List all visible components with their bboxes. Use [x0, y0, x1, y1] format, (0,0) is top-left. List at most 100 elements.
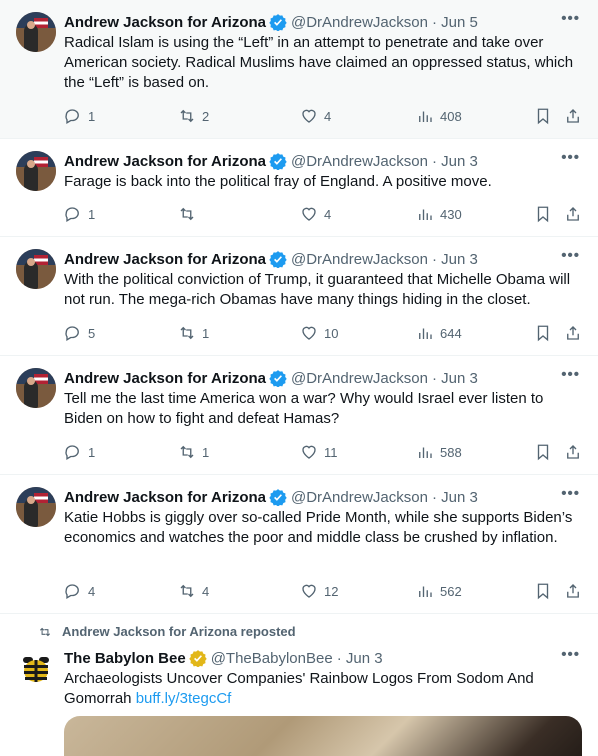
verified-badge-icon	[269, 370, 287, 387]
avatar[interactable]	[16, 151, 56, 191]
repost-icon	[39, 627, 51, 636]
avatar[interactable]	[16, 368, 56, 408]
heart-icon	[302, 109, 316, 123]
verified-gold-icon	[189, 650, 207, 667]
views-button[interactable]: 430	[416, 204, 462, 224]
display-name[interactable]: Andrew Jackson for Arizona	[64, 489, 266, 506]
reply-icon	[65, 109, 79, 124]
reply-button[interactable]: 1	[64, 442, 95, 462]
tweet[interactable]: Andrew Jackson for Arizona @DrAndrewJack…	[0, 0, 598, 139]
tweet-link[interactable]: buff.ly/3tegcCf	[136, 690, 232, 707]
reply-icon	[65, 207, 79, 222]
bookmark-button[interactable]	[534, 204, 552, 224]
like-count: 10	[324, 325, 339, 341]
share-button[interactable]	[564, 442, 582, 462]
like-button[interactable]: 11	[300, 442, 338, 462]
repost-button[interactable]: 2	[178, 106, 209, 126]
bookmark-icon	[537, 325, 549, 342]
reply-button[interactable]: 1	[64, 106, 95, 126]
timestamp[interactable]: · Jun 3	[432, 370, 478, 387]
handle[interactable]: @DrAndrewJackson	[291, 489, 428, 506]
timestamp[interactable]: · Jun 3	[432, 153, 478, 170]
heart-icon	[302, 584, 316, 598]
display-name[interactable]: The Babylon Bee	[64, 650, 186, 667]
tweet-body: Archaeologists Uncover Companies' Rainbo…	[64, 670, 534, 707]
views-button[interactable]: 408	[416, 106, 462, 126]
timestamp[interactable]: · Jun 5	[432, 14, 478, 31]
handle[interactable]: @DrAndrewJackson	[291, 370, 428, 387]
share-button[interactable]	[564, 323, 582, 343]
reply-button[interactable]: 4	[64, 581, 95, 601]
handle[interactable]: @DrAndrewJackson	[291, 14, 428, 31]
handle[interactable]: @TheBabylonBee	[211, 650, 333, 667]
like-button[interactable]: 10	[300, 323, 338, 343]
reply-count: 5	[88, 325, 96, 341]
repost-icon	[180, 326, 194, 340]
tweet[interactable]: Andrew Jackson for Arizona @DrAndrewJack…	[0, 356, 598, 475]
avatar[interactable]	[16, 249, 56, 289]
share-icon	[567, 109, 579, 123]
tweet-text: Tell me the last time America won a war?…	[64, 390, 544, 427]
repost-count: 1	[202, 325, 210, 341]
tweet-media-image[interactable]	[64, 716, 582, 756]
tweet[interactable]: Andrew Jackson for Arizona @DrAndrewJack…	[0, 475, 598, 614]
bookmark-button[interactable]	[534, 323, 552, 343]
like-button[interactable]: 12	[300, 581, 338, 601]
bookmark-button[interactable]	[534, 442, 552, 462]
timestamp[interactable]: · Jun 3	[432, 489, 478, 506]
tweet-actions: 4 4 12 562	[64, 581, 582, 601]
share-button[interactable]	[564, 581, 582, 601]
bookmark-button[interactable]	[534, 581, 552, 601]
handle[interactable]: @DrAndrewJackson	[291, 153, 428, 170]
views-chart-icon	[419, 209, 432, 220]
display-name[interactable]: Andrew Jackson for Arizona	[64, 14, 266, 31]
reply-count: 1	[88, 108, 96, 124]
handle[interactable]: @DrAndrewJackson	[291, 251, 428, 268]
repost-icon	[180, 445, 194, 459]
tweet[interactable]: Andrew Jackson for Arizona @DrAndrewJack…	[0, 139, 598, 237]
more-options-icon[interactable]: •••	[561, 10, 580, 27]
bookmark-icon	[537, 108, 549, 125]
more-options-icon[interactable]: •••	[561, 646, 580, 663]
heart-icon	[302, 207, 316, 221]
tweet-text: Archaeologists Uncover Companies' Rainbo…	[64, 669, 582, 709]
views-chart-icon	[419, 586, 432, 597]
view-count: 408	[440, 108, 462, 124]
views-chart-icon	[419, 447, 432, 458]
repost-button[interactable]	[178, 204, 202, 224]
repost-button[interactable]: 1	[178, 323, 209, 343]
bookmark-button[interactable]	[534, 106, 552, 126]
timestamp[interactable]: · Jun 3	[337, 650, 383, 667]
reply-button[interactable]: 1	[64, 204, 95, 224]
tweet-actions: 1 1 11 588	[64, 442, 582, 462]
share-button[interactable]	[564, 204, 582, 224]
more-options-icon[interactable]: •••	[561, 366, 580, 383]
avatar[interactable]	[16, 487, 56, 527]
avatar[interactable]	[16, 12, 56, 52]
like-button[interactable]: 4	[300, 106, 331, 126]
more-options-icon[interactable]: •••	[561, 247, 580, 264]
display-name[interactable]: Andrew Jackson for Arizona	[64, 153, 266, 170]
like-button[interactable]: 4	[300, 204, 331, 224]
tweet-header: Andrew Jackson for Arizona @DrAndrewJack…	[64, 249, 582, 269]
share-button[interactable]	[564, 106, 582, 126]
views-chart-icon	[419, 328, 432, 339]
views-button[interactable]: 644	[416, 323, 462, 343]
tweet[interactable]: Andrew Jackson for Arizona @DrAndrewJack…	[0, 237, 598, 356]
views-button[interactable]: 588	[416, 442, 462, 462]
verified-badge-icon	[269, 14, 287, 31]
share-icon	[567, 207, 579, 221]
display-name[interactable]: Andrew Jackson for Arizona	[64, 251, 266, 268]
repost-button[interactable]: 1	[178, 442, 209, 462]
repost-button[interactable]: 4	[178, 581, 209, 601]
avatar[interactable]	[16, 648, 56, 688]
verified-badge-icon	[269, 153, 287, 170]
reply-button[interactable]: 5	[64, 323, 95, 343]
timestamp[interactable]: · Jun 3	[432, 251, 478, 268]
more-options-icon[interactable]: •••	[561, 485, 580, 502]
more-options-icon[interactable]: •••	[561, 149, 580, 166]
heart-icon	[302, 445, 316, 459]
display-name[interactable]: Andrew Jackson for Arizona	[64, 370, 266, 387]
views-button[interactable]: 562	[416, 581, 462, 601]
tweet-actions: 1 2 4 408	[64, 106, 582, 126]
